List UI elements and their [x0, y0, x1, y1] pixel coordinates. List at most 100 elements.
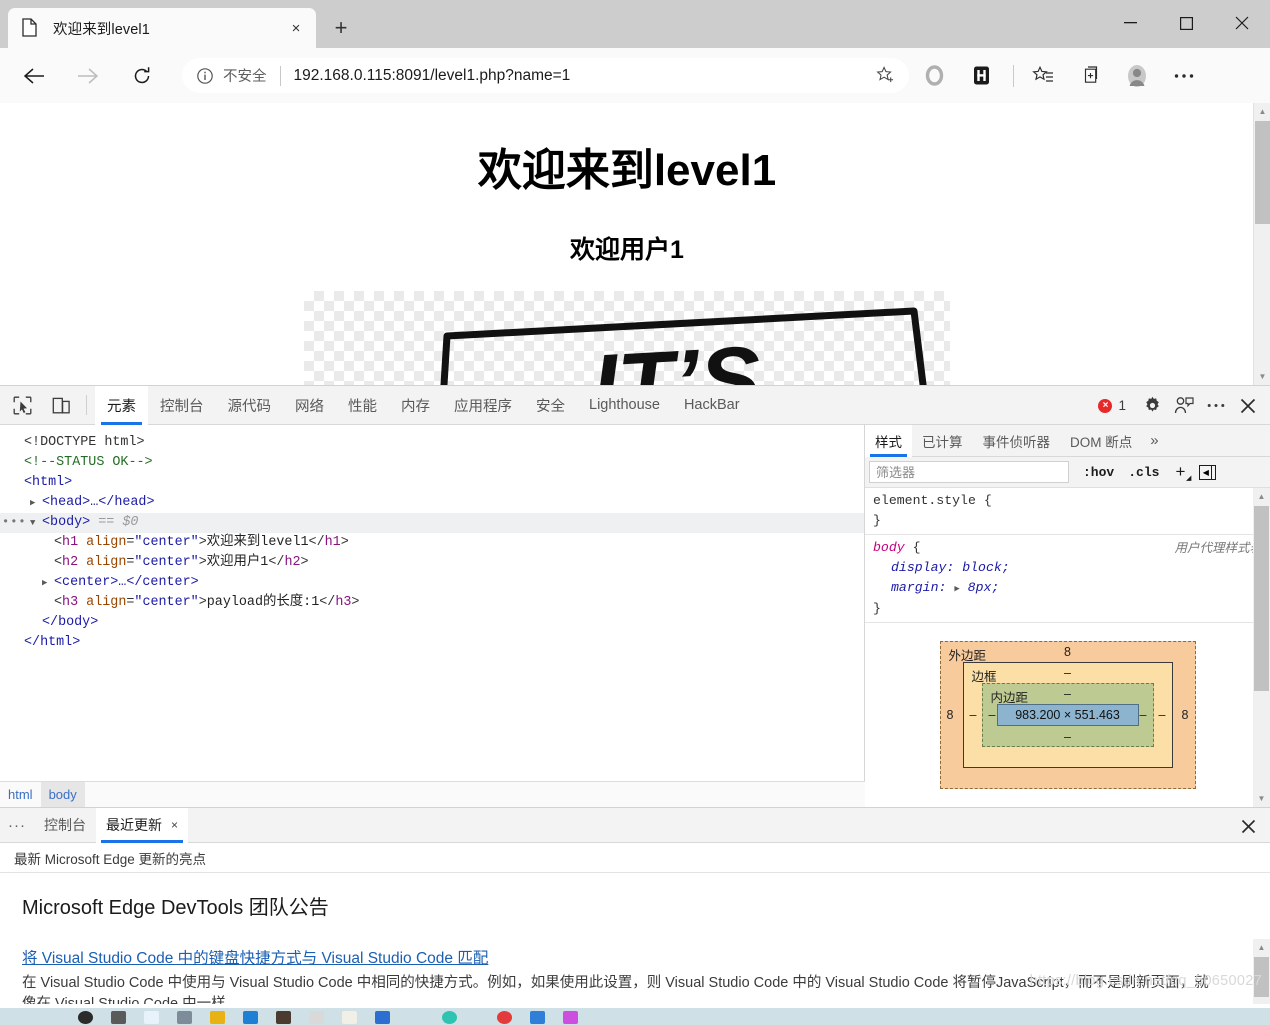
device-toolbar-icon[interactable] [44, 390, 78, 420]
new-style-rule-button[interactable]: + [1175, 462, 1191, 482]
settings-gear-icon[interactable] [1136, 390, 1168, 422]
taskbar-icon[interactable] [177, 1011, 192, 1024]
tab-sources[interactable]: 源代码 [216, 386, 284, 425]
expand-triangle-icon[interactable]: ▶ [30, 493, 42, 513]
settings-more-icon[interactable] [1165, 58, 1203, 93]
padding-left-value[interactable]: – [989, 708, 996, 722]
dom-node-h3[interactable]: <h3 align="center">payload的长度:1</h3> [0, 593, 864, 613]
toggle-sidebar-icon[interactable]: ◀ [1199, 464, 1217, 480]
padding-top-value[interactable]: – [983, 687, 1153, 701]
tab-performance[interactable]: 性能 [336, 386, 389, 425]
tab-event-listeners[interactable]: 事件侦听器 [973, 425, 1061, 457]
dom-node-center[interactable]: ▶ <center>…</center> [0, 573, 864, 593]
taskbar-icon[interactable] [276, 1011, 291, 1024]
drawer-more-icon[interactable]: ··· [0, 817, 34, 834]
maximize-icon[interactable] [1158, 0, 1214, 46]
style-property-margin[interactable]: margin: ▶ 8px; [873, 578, 1262, 599]
dom-node-status-comment[interactable]: <!--STATUS OK--> [0, 453, 864, 473]
reload-icon[interactable] [122, 56, 162, 96]
drawer-close-icon[interactable] [1236, 814, 1260, 838]
margin-left-value[interactable]: 8 [947, 708, 954, 722]
taskbar-icon[interactable] [375, 1011, 390, 1024]
tab-close-button[interactable]: × [282, 14, 310, 42]
border-right-value[interactable]: – [1159, 708, 1166, 722]
tab-lighthouse[interactable]: Lighthouse [577, 386, 672, 425]
scrollbar-thumb[interactable] [1254, 506, 1269, 691]
taskbar-icon[interactable] [78, 1011, 93, 1024]
styles-filter-input[interactable] [869, 461, 1069, 483]
close-devtools-icon[interactable] [1232, 390, 1264, 422]
taskbar-icon[interactable] [309, 1011, 324, 1024]
back-arrow-icon[interactable] [14, 56, 54, 96]
taskbar-icon[interactable] [497, 1011, 512, 1024]
padding-bottom-value[interactable]: – [983, 730, 1153, 744]
feedback-person-icon[interactable] [1168, 390, 1200, 422]
tab-computed[interactable]: 已计算 [912, 425, 973, 457]
drawer-tab-console[interactable]: 控制台 [34, 808, 96, 843]
breadcrumb-item-html[interactable]: html [0, 782, 41, 808]
dom-node-h1[interactable]: <h1 align="center">欢迎来到level1</h1> [0, 533, 864, 553]
address-bar[interactable]: 不安全 192.168.0.115:8091/level1.php?name=1 [182, 58, 909, 93]
drawer-tab-close-icon[interactable]: × [171, 818, 178, 832]
dom-node-head[interactable]: ▶ <head>…</head> [0, 493, 864, 513]
drawer-scrollbar[interactable]: ▲ [1253, 939, 1270, 1004]
styles-scrollbar[interactable]: ▲ ▼ [1253, 488, 1270, 807]
tab-elements[interactable]: 元素 [95, 385, 148, 425]
tab-application[interactable]: 应用程序 [442, 386, 524, 425]
collections-icon[interactable] [1071, 58, 1109, 93]
minimize-icon[interactable] [1102, 0, 1158, 46]
box-model-margin[interactable]: 外边距 8 8 8 边框 – – – 内边距 – – – – 983.200 ×… [939, 641, 1196, 789]
dom-node-doctype[interactable]: <!DOCTYPE html> [0, 433, 864, 453]
box-model-content-size[interactable]: 983.200 × 551.463 [996, 704, 1139, 726]
dom-node-body-close[interactable]: </body> [0, 613, 864, 633]
page-scrollbar[interactable]: ▲ ▼ [1253, 103, 1270, 385]
more-options-icon[interactable] [1200, 390, 1232, 422]
add-favorite-icon[interactable] [871, 62, 899, 90]
profile-avatar-icon[interactable] [1118, 58, 1156, 93]
border-left-value[interactable]: – [970, 708, 977, 722]
tab-network[interactable]: 网络 [283, 386, 336, 425]
box-model-border[interactable]: 边框 – – – 内边距 – – – – 983.200 × 551.463 [962, 662, 1173, 768]
expand-triangle-icon[interactable]: ▶ [42, 573, 54, 593]
taskbar-icon[interactable] [442, 1011, 457, 1024]
error-badge[interactable]: × 1 [1098, 398, 1126, 413]
padding-right-value[interactable]: – [1140, 708, 1147, 722]
inspect-element-icon[interactable] [5, 390, 39, 420]
favorites-icon[interactable] [1024, 58, 1062, 93]
cls-button[interactable]: .cls [1128, 465, 1159, 480]
expand-triangle-icon[interactable]: ▶ [954, 584, 959, 594]
tab-console[interactable]: 控制台 [148, 386, 216, 425]
scrollbar-thumb[interactable] [1255, 121, 1270, 224]
close-icon[interactable] [1214, 0, 1270, 46]
collapse-triangle-icon[interactable]: ▼ [30, 513, 42, 533]
dom-node-body[interactable]: ▼<body> == $0 [0, 512, 864, 533]
drawer-tab-whats-new[interactable]: 最近更新 × [96, 807, 189, 843]
taskbar-icon[interactable] [563, 1011, 578, 1024]
scrollbar-thumb[interactable] [1254, 957, 1269, 997]
dom-node-h2[interactable]: <h2 align="center">欢迎用户1</h2> [0, 553, 864, 573]
breadcrumb-item-body[interactable]: body [40, 781, 85, 808]
hackbar-icon[interactable] [962, 58, 1000, 93]
tab-security[interactable]: 安全 [524, 386, 577, 425]
tab-hackbar[interactable]: HackBar [672, 386, 752, 425]
taskbar-icon[interactable] [210, 1011, 225, 1024]
margin-right-value[interactable]: 8 [1182, 708, 1189, 722]
style-rule-body[interactable]: 用户代理样式表 body { display: block; margin: ▶… [865, 535, 1270, 623]
style-property-display[interactable]: display: block; [873, 558, 1262, 578]
scroll-up-arrow-icon[interactable]: ▲ [1253, 939, 1270, 956]
taskbar-icon[interactable] [111, 1011, 126, 1024]
more-tabs-icon[interactable]: » [1142, 432, 1166, 449]
announcement-link[interactable]: 将 Visual Studio Code 中的键盘快捷方式与 Visual St… [22, 946, 488, 968]
scroll-down-arrow-icon[interactable]: ▼ [1254, 368, 1270, 385]
taskbar-icon[interactable] [342, 1011, 357, 1024]
collections-circle-icon[interactable] [915, 58, 953, 93]
scroll-up-arrow-icon[interactable]: ▲ [1254, 103, 1270, 120]
browser-tab[interactable]: 欢迎来到level1 × [8, 8, 316, 48]
margin-top-value[interactable]: 8 [941, 645, 1195, 659]
tab-memory[interactable]: 内存 [389, 386, 442, 425]
taskbar-icon[interactable] [530, 1011, 545, 1024]
dom-tree[interactable]: <!DOCTYPE html> <!--STATUS OK--> <html> … [0, 425, 864, 653]
dom-node-html-open[interactable]: <html> [0, 473, 864, 493]
taskbar-icon[interactable] [243, 1011, 258, 1024]
tab-dom-breakpoints[interactable]: DOM 断点 [1060, 425, 1142, 457]
